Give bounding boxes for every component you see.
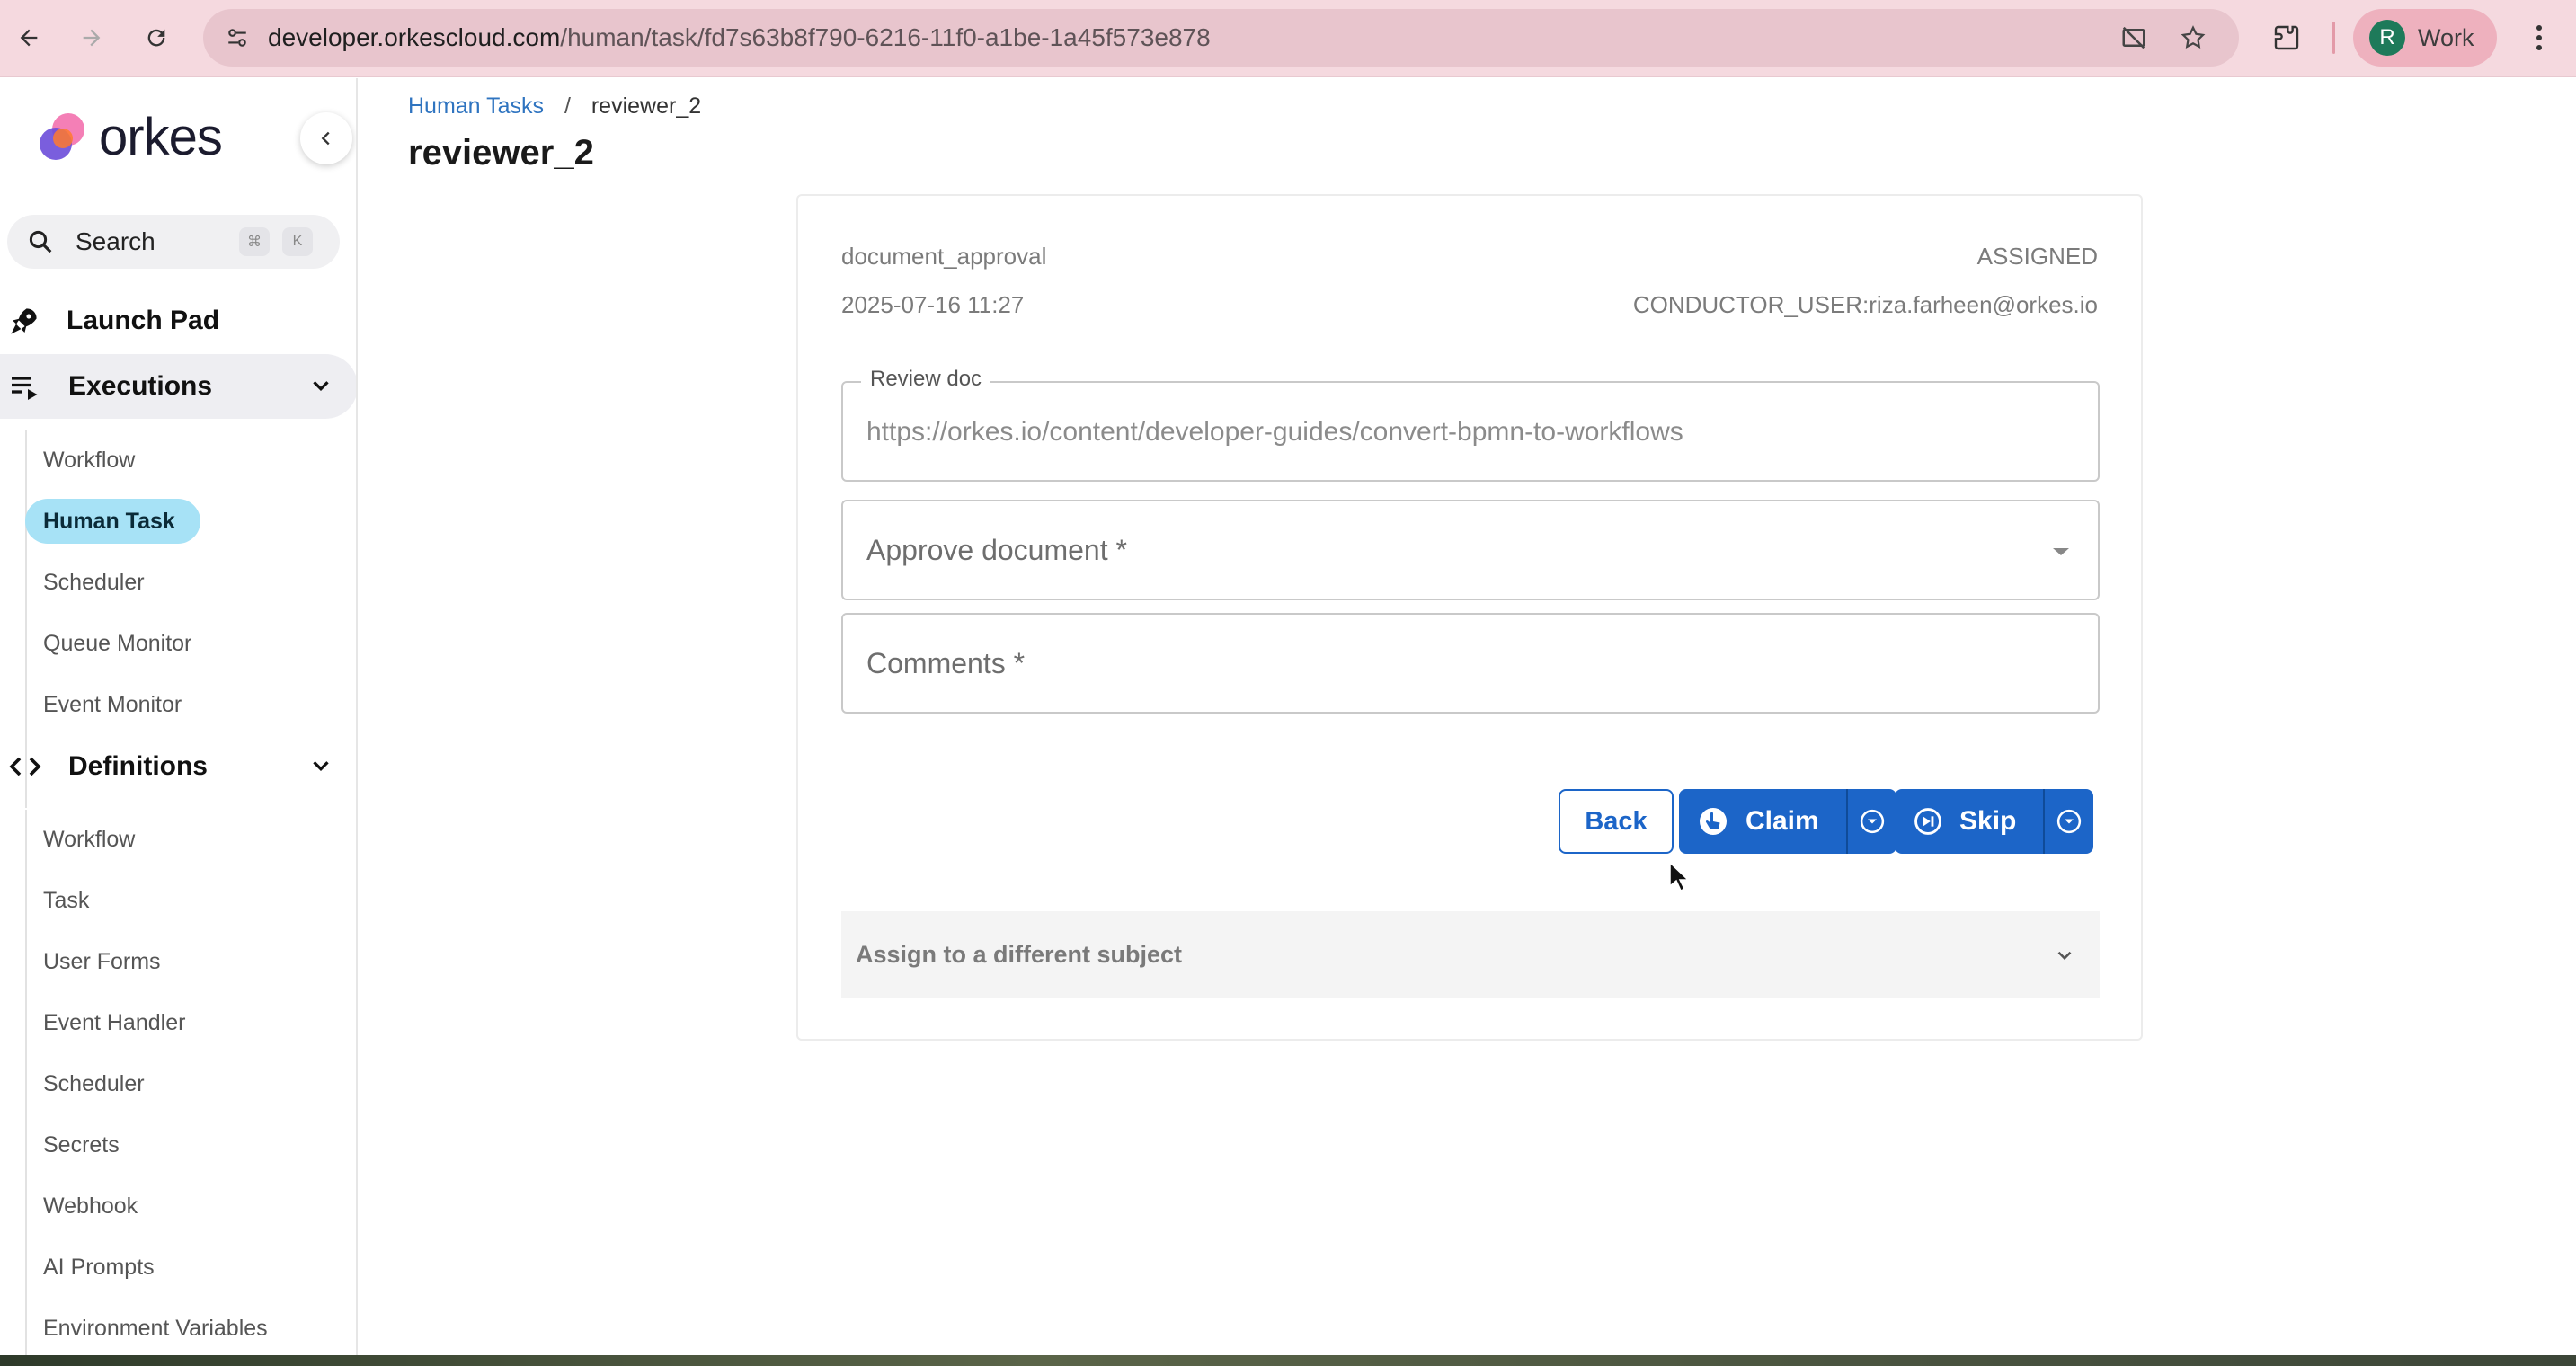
shortcut-k: K	[282, 227, 313, 256]
orkes-logo[interactable]: orkes	[32, 107, 223, 167]
site-settings-icon[interactable]	[219, 20, 255, 56]
breadcrumb-separator: /	[564, 93, 571, 119]
task-assignee: CONDUCTOR_USER:riza.farheen@orkes.io	[1632, 291, 2098, 318]
sidebar-item-label: Executions	[68, 371, 213, 401]
toolbar-divider	[2332, 22, 2335, 54]
sidebar-search[interactable]: Search ⌘ K	[7, 215, 340, 269]
sidebar-item-exec-workflow[interactable]: Workflow	[25, 438, 135, 483]
chevron-down-icon	[313, 761, 329, 772]
collapse-sidebar-button[interactable]	[300, 112, 352, 164]
sidebar-item-event-monitor[interactable]: Event Monitor	[25, 682, 182, 727]
breadcrumb: Human Tasks / reviewer_2	[408, 93, 701, 120]
accordion-label: Assign to a different subject	[856, 940, 1183, 968]
desktop-background-strip	[0, 1355, 2576, 1366]
profile-chip[interactable]: R Work	[2353, 9, 2497, 67]
logo-text: orkes	[99, 108, 223, 166]
breadcrumb-human-tasks-link[interactable]: Human Tasks	[408, 93, 544, 119]
reload-icon[interactable]	[138, 20, 174, 56]
forward-arrow-icon[interactable]	[74, 20, 110, 56]
assign-subject-accordion[interactable]: Assign to a different subject	[841, 911, 2100, 998]
sidebar-item-launch-pad[interactable]: Launch Pad	[0, 288, 356, 353]
search-label: Search	[76, 227, 155, 255]
sidebar-item-webhook[interactable]: Webhook	[25, 1184, 138, 1229]
chevron-down-icon	[313, 381, 329, 392]
task-name: document_approval	[841, 243, 1047, 270]
review-doc-label: Review doc	[861, 367, 991, 392]
sidebar-item-def-workflow[interactable]: Workflow	[25, 817, 135, 862]
sidebar-item-ai-prompts[interactable]: AI Prompts	[25, 1245, 155, 1290]
hand-pointer-icon	[1700, 808, 1727, 835]
url-text: developer.orkescloud.com/human/task/fd7s…	[268, 23, 1211, 51]
page-title: reviewer_2	[408, 133, 594, 173]
chevron-down-circle-icon	[2057, 809, 2082, 834]
sidebar-item-definitions[interactable]: Definitions	[0, 734, 356, 799]
sidebar-item-label: Definitions	[68, 751, 208, 781]
address-bar[interactable]: developer.orkescloud.com/human/task/fd7s…	[203, 9, 2239, 67]
back-arrow-icon[interactable]	[11, 20, 47, 56]
cast-off-icon[interactable]	[2118, 22, 2150, 54]
task-created-date: 2025-07-16 11:27	[841, 291, 1025, 318]
browser-toolbar: developer.orkescloud.com/human/task/fd7s…	[0, 0, 2576, 77]
sidebar-item-queue-monitor[interactable]: Queue Monitor	[25, 621, 191, 666]
more-menu-icon[interactable]	[2526, 20, 2553, 56]
claim-options-dropdown[interactable]	[1845, 789, 1896, 854]
claim-split-button: Claim	[1679, 789, 1896, 854]
chevron-left-icon	[321, 131, 330, 146]
skip-options-dropdown[interactable]	[2043, 789, 2093, 854]
sidebar-item-exec-scheduler[interactable]: Scheduler	[25, 560, 145, 605]
breadcrumb-current: reviewer_2	[591, 93, 702, 119]
sidebar-item-secrets[interactable]: Secrets	[25, 1122, 120, 1167]
comments-field[interactable]: Comments *	[841, 613, 2100, 714]
rocket-icon	[11, 308, 37, 334]
extensions-icon[interactable]	[2269, 20, 2305, 56]
sidebar-item-label: Launch Pad	[67, 306, 220, 335]
chevron-down-icon	[2057, 951, 2072, 961]
review-doc-field[interactable]: Review doc https://orkes.io/content/deve…	[841, 367, 2100, 482]
shortcut-cmd: ⌘	[239, 227, 270, 256]
sidebar-item-human-task[interactable]: Human Task	[25, 499, 200, 544]
orkes-logo-icon	[40, 112, 84, 160]
claim-button[interactable]: Claim	[1679, 789, 1846, 854]
sidebar: orkes Search ⌘ K Launch Pad Executions W…	[0, 78, 358, 1366]
comments-placeholder: Comments *	[866, 647, 1026, 679]
play-list-icon	[12, 377, 38, 400]
back-button[interactable]: Back	[1559, 789, 1674, 854]
sidebar-item-task[interactable]: Task	[25, 878, 89, 923]
sidebar-item-environment-variables[interactable]: Environment Variables	[25, 1306, 268, 1351]
search-icon	[29, 230, 52, 253]
sidebar-item-def-scheduler[interactable]: Scheduler	[25, 1061, 145, 1106]
sidebar-item-event-handler[interactable]: Event Handler	[25, 1000, 185, 1045]
skip-next-icon	[1914, 808, 1941, 835]
skip-split-button: Skip	[1895, 789, 2094, 854]
bookmark-star-icon[interactable]	[2177, 22, 2209, 54]
task-card: document_approval ASSIGNED 2025-07-16 11…	[796, 194, 2143, 1041]
approve-document-placeholder: Approve document *	[866, 534, 1127, 566]
mouse-cursor-icon	[1669, 861, 1690, 892]
avatar: R	[2369, 20, 2405, 56]
code-icon	[9, 757, 41, 776]
profile-name: Work	[2418, 23, 2474, 51]
status-badge: ASSIGNED	[1976, 243, 2098, 270]
review-doc-value: https://orkes.io/content/developer-guide…	[866, 417, 1683, 447]
skip-button[interactable]: Skip	[1895, 789, 2043, 854]
dropdown-caret-icon	[2053, 548, 2069, 555]
sidebar-item-user-forms[interactable]: User Forms	[25, 939, 161, 984]
sidebar-item-executions[interactable]: Executions	[0, 354, 356, 419]
approve-document-select[interactable]: Approve document *	[841, 500, 2100, 600]
chevron-down-circle-icon	[1860, 809, 1884, 834]
